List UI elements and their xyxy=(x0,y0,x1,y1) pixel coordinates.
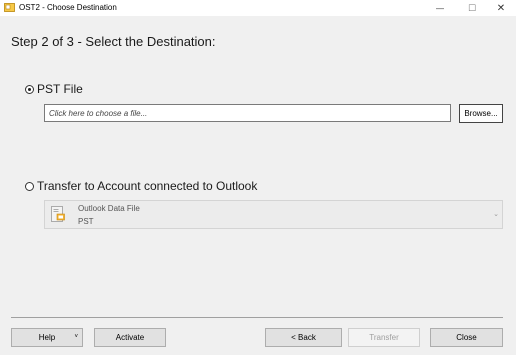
help-dropdown-arrow-icon: ˅ xyxy=(74,334,78,340)
pst-file-label[interactable]: PST File xyxy=(37,82,83,96)
close-icon: ✕ xyxy=(496,2,506,14)
maximize-icon: ☐ xyxy=(467,2,477,13)
transfer-account-radio[interactable] xyxy=(25,182,34,191)
maximize-button[interactable]: ☐ xyxy=(456,0,488,16)
dropdown-secondary-text: PST xyxy=(78,217,94,226)
help-button[interactable]: Help ˅ xyxy=(11,328,83,347)
close-button[interactable]: Close xyxy=(430,328,503,347)
window-title: OST2 - Choose Destination xyxy=(19,3,117,12)
browse-button[interactable]: Browse... xyxy=(459,104,503,123)
activate-button[interactable]: Activate xyxy=(94,328,166,347)
file-path-input[interactable] xyxy=(44,104,451,122)
title-bar: OST2 - Choose Destination — ☐ ✕ xyxy=(0,0,516,16)
footer-separator xyxy=(11,317,503,318)
outlook-account-dropdown[interactable]: Outlook Data File PST ⌄ xyxy=(44,200,503,229)
step-title: Step 2 of 3 - Select the Destination: xyxy=(11,34,216,49)
dropdown-primary-text: Outlook Data File xyxy=(78,204,140,213)
minimize-button[interactable]: — xyxy=(424,0,456,16)
app-icon xyxy=(4,3,15,12)
transfer-account-label[interactable]: Transfer to Account connected to Outlook xyxy=(37,179,257,193)
outlook-data-file-icon xyxy=(51,206,65,222)
chevron-down-icon: ⌄ xyxy=(493,211,499,218)
back-button[interactable]: < Back xyxy=(265,328,342,347)
transfer-button[interactable]: Transfer xyxy=(348,328,420,347)
pst-file-radio[interactable] xyxy=(25,85,34,94)
close-window-button[interactable]: ✕ xyxy=(485,0,516,16)
minimize-icon: — xyxy=(436,3,444,13)
help-button-label: Help xyxy=(38,333,56,342)
